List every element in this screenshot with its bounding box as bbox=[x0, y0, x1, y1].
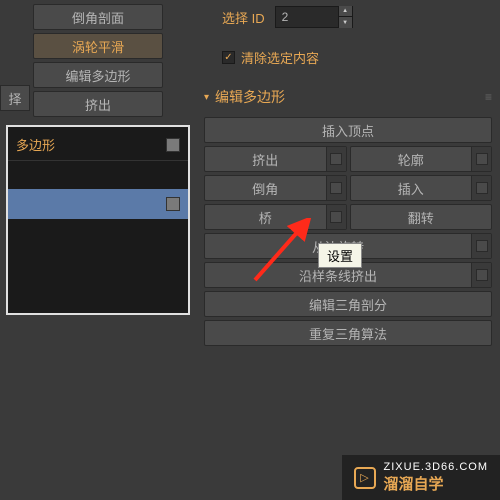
select-id-spinner[interactable]: 2 ▲ ▼ bbox=[275, 6, 353, 28]
spinner-value: 2 bbox=[276, 10, 338, 24]
extrude-button[interactable]: 挤出 bbox=[204, 146, 347, 172]
bevel-button[interactable]: 倒角 bbox=[204, 175, 347, 201]
retri-label: 重复三角算法 bbox=[205, 324, 491, 343]
insert-settings-icon[interactable] bbox=[471, 176, 491, 200]
retri-button[interactable]: 重复三角算法 bbox=[204, 320, 492, 346]
tooltip: 设置 bbox=[318, 243, 362, 268]
list-row[interactable] bbox=[8, 219, 188, 247]
spin-edge-settings-icon[interactable] bbox=[471, 234, 491, 258]
extrude-label: 挤出 bbox=[205, 150, 326, 169]
extrude-button-left[interactable]: 挤出 bbox=[33, 91, 163, 117]
bridge-label: 桥 bbox=[205, 208, 326, 227]
outline-label: 轮廓 bbox=[351, 150, 472, 169]
watermark-url: ZIXUE.3D66.COM bbox=[384, 461, 488, 473]
polygon-list[interactable]: 多边形 bbox=[6, 125, 190, 315]
list-header: 多边形 bbox=[8, 127, 188, 161]
watermark-play-icon: ▷ bbox=[354, 467, 376, 489]
spinner-down-icon[interactable]: ▼ bbox=[339, 17, 352, 28]
clear-selection-checkbox[interactable] bbox=[222, 51, 235, 64]
turbo-smooth-button[interactable]: 涡轮平滑 bbox=[33, 33, 163, 59]
extrude-settings-icon[interactable] bbox=[326, 147, 346, 171]
watermark-brand: 溜溜自学 bbox=[384, 473, 488, 494]
flip-label: 翻转 bbox=[351, 208, 492, 227]
flip-button[interactable]: 翻转 bbox=[350, 204, 493, 230]
list-row-selected[interactable] bbox=[8, 189, 188, 219]
list-row[interactable] bbox=[8, 161, 188, 189]
collapse-icon: ▾ bbox=[204, 92, 209, 103]
list-header-box-icon bbox=[166, 138, 180, 152]
edit-poly-section-header[interactable]: ▾ 编辑多边形 ≡ bbox=[204, 87, 492, 107]
section-title: 编辑多边形 bbox=[215, 87, 285, 107]
select-narrow-button[interactable]: 择 bbox=[0, 85, 30, 111]
extrude-spline-settings-icon[interactable] bbox=[471, 263, 491, 287]
insert-label: 插入 bbox=[351, 179, 472, 198]
bevel-label: 倒角 bbox=[205, 179, 326, 198]
edit-tri-button[interactable]: 编辑三角剖分 bbox=[204, 291, 492, 317]
spinner-up-icon[interactable]: ▲ bbox=[339, 6, 352, 17]
select-id-label: 选择 ID bbox=[222, 8, 265, 27]
edit-poly-button-left[interactable]: 编辑多边形 bbox=[33, 62, 163, 88]
outline-settings-icon[interactable] bbox=[471, 147, 491, 171]
bevel-settings-icon[interactable] bbox=[326, 176, 346, 200]
bridge-button[interactable]: 桥 bbox=[204, 204, 347, 230]
outline-button[interactable]: 轮廓 bbox=[350, 146, 493, 172]
clear-selection-label: 清除选定内容 bbox=[241, 48, 319, 67]
chamfer-profile-button[interactable]: 倒角剖面 bbox=[33, 4, 163, 30]
list-row-box-icon bbox=[166, 197, 180, 211]
extrude-spline-label: 沿样条线挤出 bbox=[205, 266, 471, 285]
insert-button[interactable]: 插入 bbox=[350, 175, 493, 201]
list-header-label: 多边形 bbox=[16, 135, 55, 154]
insert-vertex-button[interactable]: 插入顶点 bbox=[204, 117, 492, 143]
bridge-settings-icon[interactable] bbox=[326, 205, 346, 229]
watermark: ▷ ZIXUE.3D66.COM 溜溜自学 bbox=[342, 455, 500, 500]
section-menu-icon[interactable]: ≡ bbox=[485, 90, 492, 104]
